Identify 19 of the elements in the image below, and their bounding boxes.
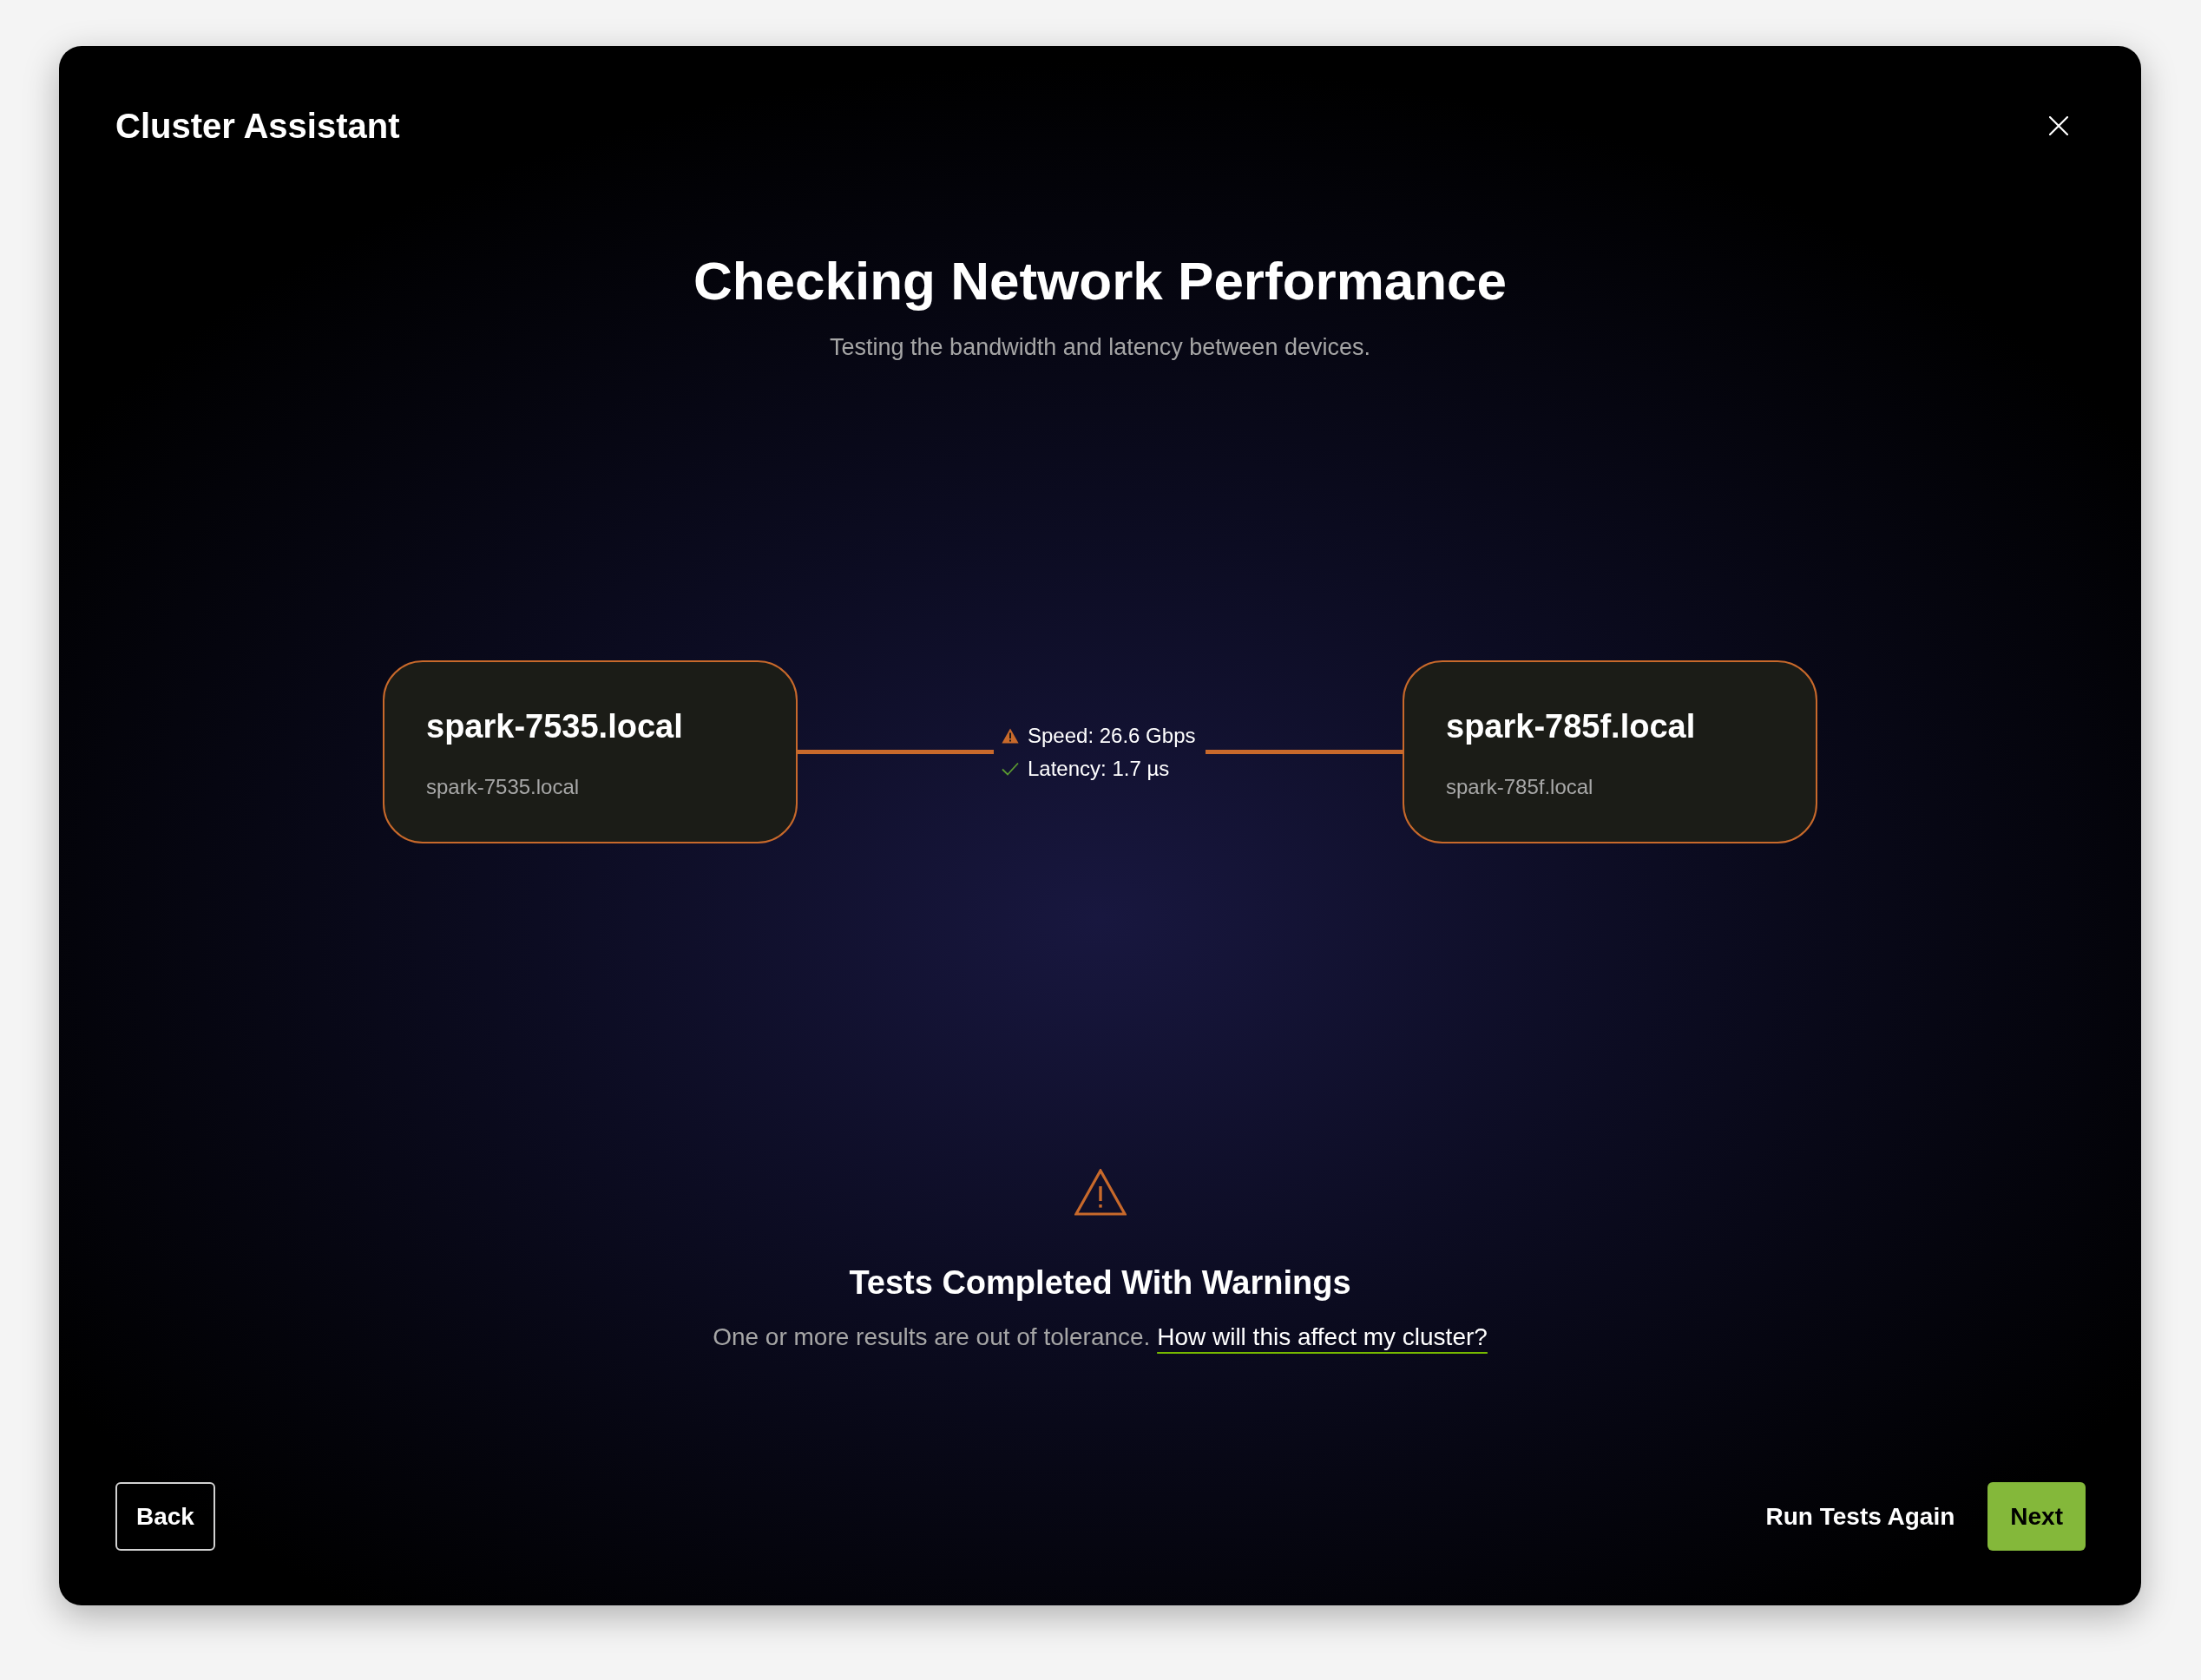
metric-text: Latency: 1.7 µs [1028, 755, 1170, 782]
run-tests-again-button[interactable]: Run Tests Again [1748, 1482, 1973, 1551]
device-name: spark-7535.local [426, 707, 684, 746]
help-link[interactable]: How will this affect my cluster? [1157, 1323, 1488, 1350]
result-message: One or more results are out of tolerance. How will this affect my cluster? [713, 1322, 1488, 1352]
check-icon [1002, 761, 1019, 776]
metric-text: Speed: 26.6 Gbps [1028, 722, 1196, 749]
device-name: spark-785f.local [1446, 707, 1697, 746]
next-button[interactable]: Next [1987, 1482, 2086, 1551]
warning-icon [1074, 1168, 1127, 1216]
page-subtitle: Testing the bandwidth and latency between devices. [830, 333, 1370, 362]
result-title: Tests Completed With Warnings [849, 1263, 1351, 1303]
close-icon [2049, 116, 2068, 135]
page-title: Checking Network Performance [693, 250, 1508, 312]
window-title: Cluster Assistant [115, 106, 400, 147]
device-hostname: spark-7535.local [426, 774, 581, 800]
warning-icon [1002, 727, 1019, 744]
back-button[interactable]: Back [115, 1482, 215, 1551]
device-hostname: spark-785f.local [1446, 774, 1594, 800]
